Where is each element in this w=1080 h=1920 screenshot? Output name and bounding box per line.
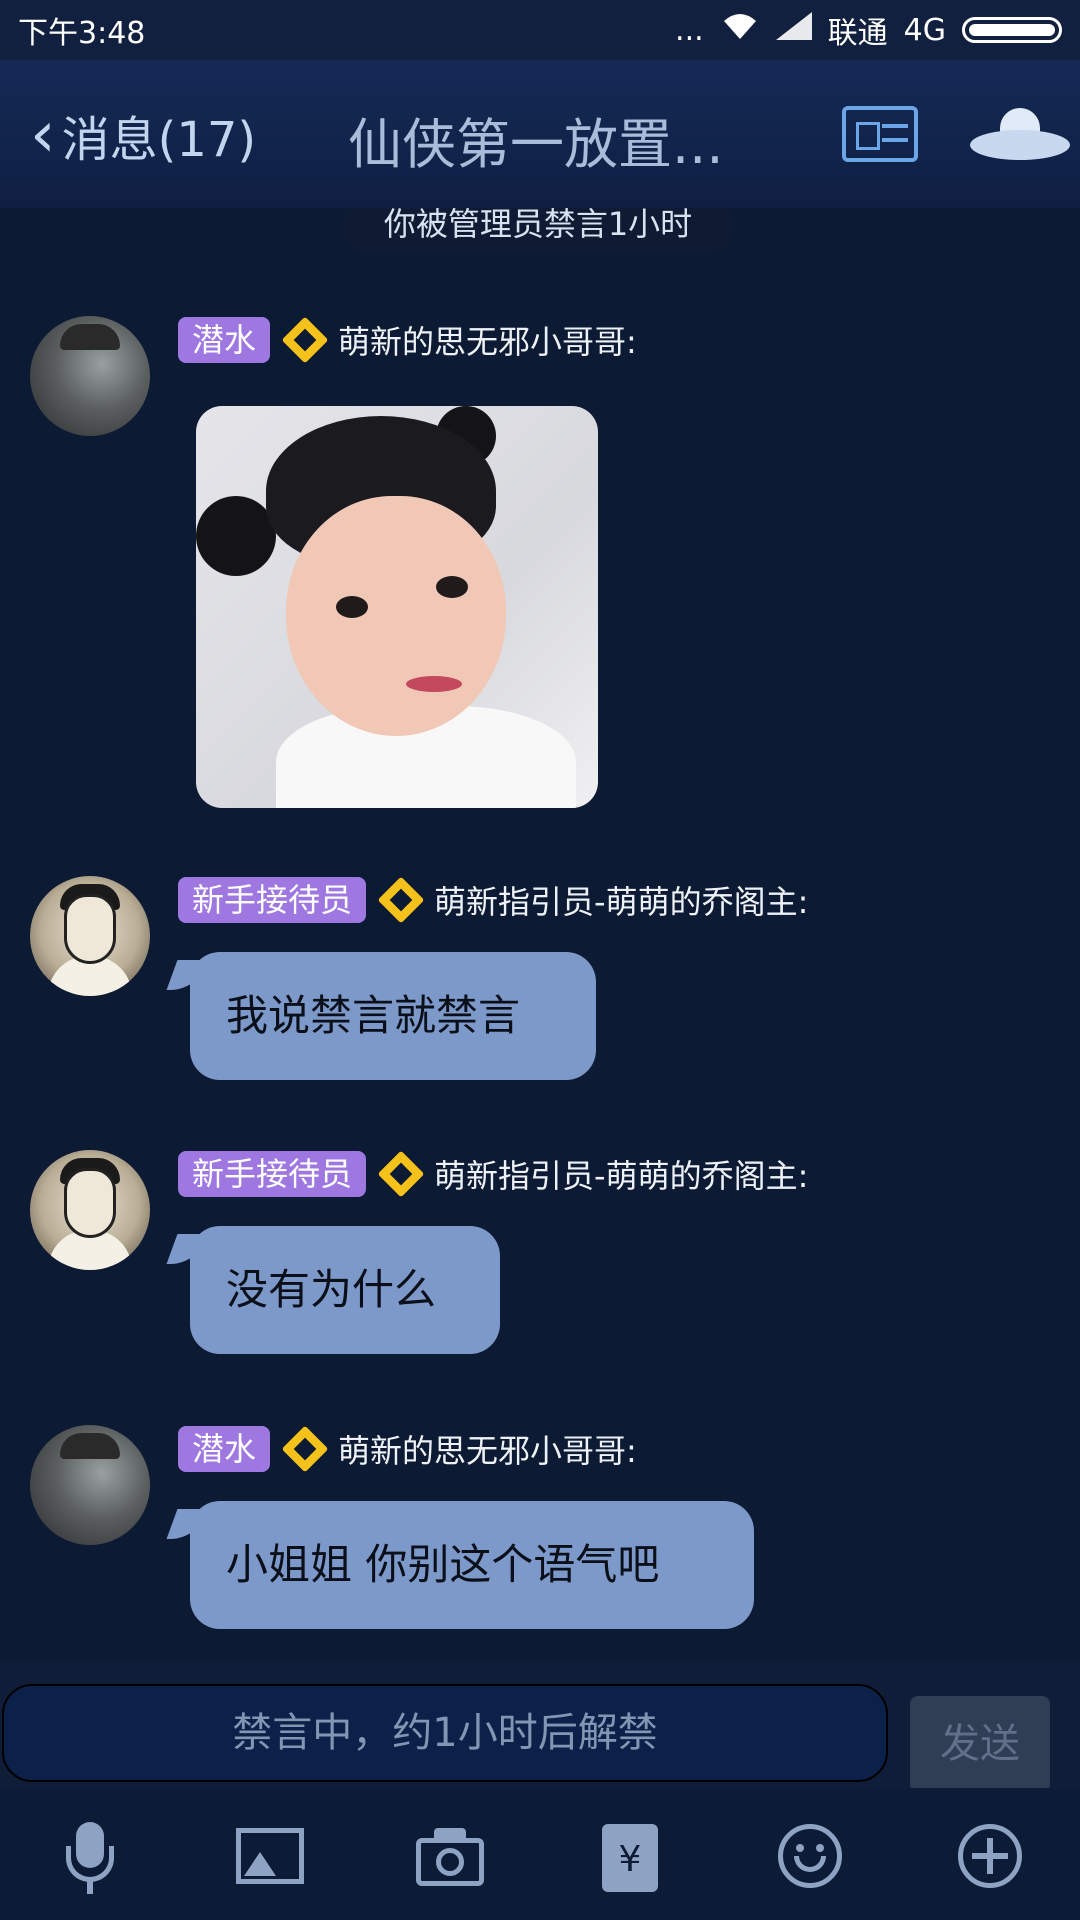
message-bubble[interactable]: 小姐姐 你别这个语气吧 [190, 1501, 754, 1629]
role-badge: 潜水 [178, 1426, 271, 1472]
star-icon [377, 1150, 425, 1198]
nickname[interactable]: 萌新指引员-萌萌的乔阁主: [434, 1151, 808, 1197]
star-icon [281, 1425, 329, 1473]
back-button[interactable]: ‹ 消息(17) [30, 98, 256, 172]
battery-icon [962, 17, 1062, 43]
star-icon [377, 876, 425, 924]
toolbar: ¥ [0, 1788, 1080, 1920]
send-button[interactable]: 发送 [910, 1696, 1050, 1792]
message-meta: 新手接待员 萌新指引员-萌萌的乔阁主: [178, 1150, 808, 1198]
plus-icon[interactable] [950, 1818, 1030, 1898]
role-badge: 新手接待员 [178, 877, 367, 923]
image-icon[interactable] [230, 1818, 310, 1898]
status-time: 下午3:48 [18, 16, 146, 51]
avatar[interactable] [30, 876, 150, 996]
chevron-left-icon: ‹ [30, 98, 56, 172]
system-notice: 你被管理员禁言1小时 [342, 208, 734, 254]
chat-area[interactable]: 你被管理员禁言1小时 潜水 萌新的思无邪小哥哥: 新手接待员 萌新指引员-萌萌的… [0, 208, 1080, 1658]
ufo-icon[interactable] [970, 108, 1070, 168]
message-bubble[interactable]: 我说禁言就禁言 [190, 952, 596, 1080]
wifi-icon [720, 11, 760, 49]
signal-icon [775, 12, 812, 48]
avatar[interactable] [30, 1150, 150, 1270]
avatar[interactable] [30, 1425, 150, 1545]
profile-card-icon[interactable] [842, 106, 918, 162]
mic-icon[interactable] [50, 1818, 130, 1898]
avatar[interactable] [30, 316, 150, 436]
nickname[interactable]: 萌新指引员-萌萌的乔阁主: [434, 877, 808, 923]
chat-title: 仙侠第一放置... [348, 113, 724, 176]
carrier-label: 联通 [827, 16, 888, 51]
network-label: 4G [903, 12, 946, 48]
message-meta: 潜水 萌新的思无邪小哥哥: [178, 316, 637, 364]
message-meta: 潜水 萌新的思无邪小哥哥: [178, 1425, 637, 1473]
role-badge: 新手接待员 [178, 1151, 367, 1197]
input-bar: 禁言中，约1小时后解禁 发送 [0, 1660, 1080, 1792]
status-dots: ... [675, 12, 704, 48]
back-label: 消息(17) [61, 112, 257, 168]
role-badge: 潜水 [178, 317, 271, 363]
message-input[interactable]: 禁言中，约1小时后解禁 [2, 1684, 888, 1782]
status-bar: 下午3:48 ... 联通 4G [0, 0, 1080, 60]
nickname[interactable]: 萌新的思无邪小哥哥: [338, 1426, 637, 1472]
red-envelope-icon[interactable]: ¥ [590, 1818, 670, 1898]
nickname[interactable]: 萌新的思无邪小哥哥: [338, 317, 637, 363]
status-indicators: ... 联通 4G [675, 8, 1062, 52]
red-envelope-symbol: ¥ [602, 1824, 658, 1892]
star-icon [281, 316, 329, 364]
camera-icon[interactable] [410, 1818, 490, 1898]
title-bar: ‹ 消息(17) 仙侠第一放置... [0, 60, 1080, 208]
image-message[interactable] [196, 406, 598, 808]
message-meta: 新手接待员 萌新指引员-萌萌的乔阁主: [178, 876, 808, 924]
message-bubble[interactable]: 没有为什么 [190, 1226, 500, 1354]
emoji-icon[interactable] [770, 1818, 850, 1898]
